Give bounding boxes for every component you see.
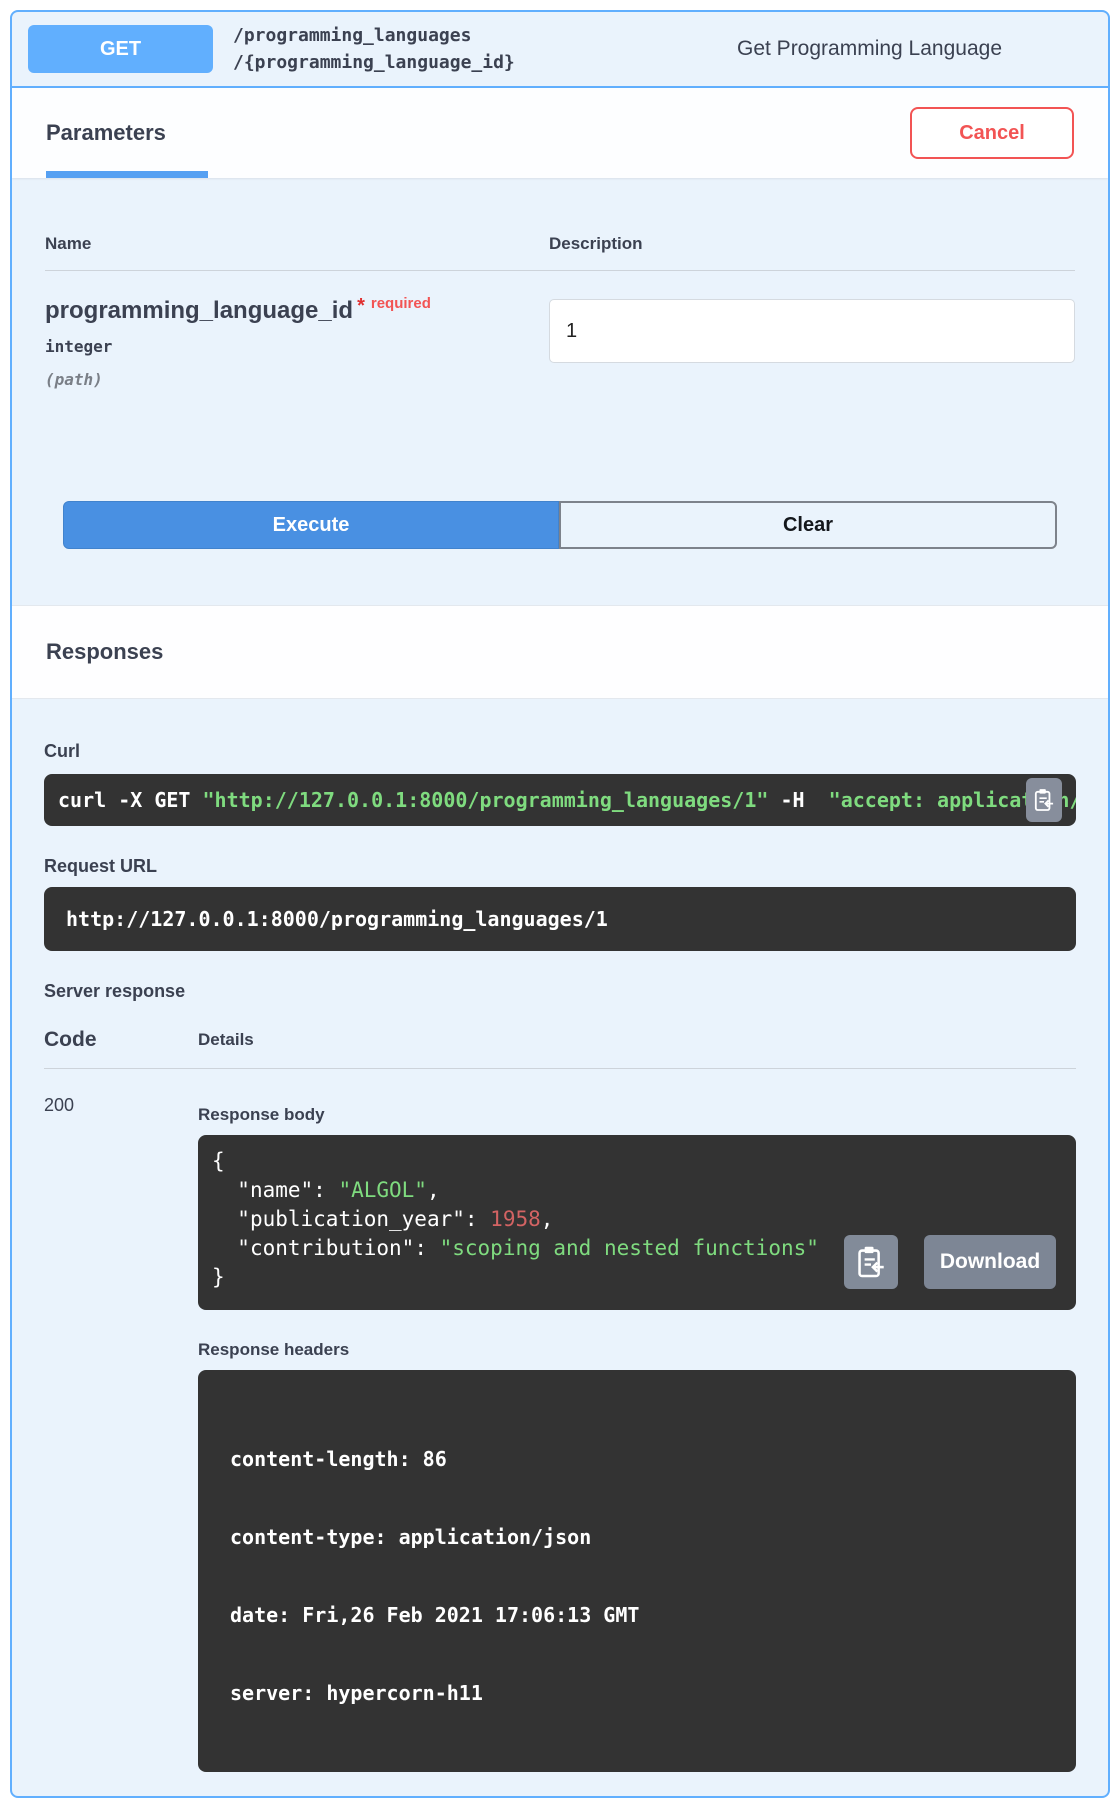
- column-header-name: Name: [45, 234, 549, 254]
- json-open-brace: {: [212, 1147, 1062, 1176]
- endpoint-path: /programming_languages /{programming_lan…: [233, 22, 515, 76]
- header-line-content-type: content-type: application/json: [230, 1524, 1062, 1550]
- method-badge: GET: [28, 25, 213, 73]
- responses-section-header: Responses: [12, 605, 1108, 699]
- clear-button[interactable]: Clear: [559, 501, 1057, 549]
- curl-url-string: "http://127.0.0.1:8000/programming_langu…: [203, 788, 769, 812]
- response-row: 200 Response body { "name": "ALGOL", "pu…: [44, 1095, 1076, 1772]
- endpoint-path-line1: /programming_languages: [233, 22, 515, 49]
- operation-title: Get Programming Language: [737, 37, 1002, 61]
- response-headers-block: content-length: 86 content-type: applica…: [198, 1370, 1076, 1772]
- response-body-label: Response body: [198, 1105, 1076, 1125]
- download-button[interactable]: Download: [924, 1235, 1056, 1289]
- parameter-name: programming_language_id: [45, 297, 353, 324]
- parameters-section-header: Parameters Cancel: [12, 88, 1108, 178]
- parameter-row: programming_language_id* required integer…: [45, 271, 1075, 389]
- parameter-value-cell: [549, 295, 1075, 389]
- endpoint-path-line2: /{programming_language_id}: [233, 49, 515, 76]
- header-line-content-length: content-length: 86: [230, 1446, 1062, 1472]
- request-url-label: Request URL: [44, 856, 1076, 877]
- response-table-divider: [44, 1068, 1076, 1069]
- header-line-date: date: Fri,26 Feb 2021 17:06:13 GMT: [230, 1602, 1062, 1628]
- required-label: required: [371, 295, 431, 312]
- parameter-value-input[interactable]: [549, 299, 1075, 363]
- tab-parameters[interactable]: Parameters: [46, 120, 166, 146]
- status-code: 200: [44, 1095, 198, 1772]
- responses-body: Curl curl -X GET "http://127.0.0.1:8000/…: [12, 741, 1108, 1796]
- parameters-table-head: Name Description: [45, 234, 1075, 254]
- curl-command-block: curl -X GET "http://127.0.0.1:8000/progr…: [44, 774, 1076, 826]
- parameters-body: Name Description programming_language_id…: [12, 234, 1108, 549]
- active-tab-underline: [46, 171, 208, 178]
- execute-button-group: Execute Clear: [63, 501, 1057, 549]
- copy-curl-button[interactable]: [1026, 778, 1062, 822]
- header-line-server: server: hypercorn-h11: [230, 1680, 1062, 1706]
- response-headers-label: Response headers: [198, 1340, 1076, 1360]
- column-header-details: Details: [198, 1030, 1076, 1052]
- clipboard-copy-icon: [1034, 788, 1054, 812]
- curl-label: Curl: [44, 741, 1076, 762]
- curl-command-prefix: curl -X GET: [58, 788, 203, 812]
- server-response-label: Server response: [44, 981, 1076, 1002]
- curl-header-flag: -H: [768, 788, 828, 812]
- copy-response-button[interactable]: [844, 1235, 898, 1289]
- json-line-name: "name": "ALGOL",: [212, 1176, 1062, 1205]
- cancel-button[interactable]: Cancel: [910, 107, 1074, 159]
- column-header-code: Code: [44, 1028, 198, 1052]
- required-asterisk: *: [357, 295, 365, 317]
- response-body-block: { "name": "ALGOL", "publication_year": 1…: [198, 1135, 1076, 1310]
- clipboard-copy-icon: [857, 1245, 885, 1279]
- execute-button[interactable]: Execute: [63, 501, 559, 549]
- json-line-publication-year: "publication_year": 1958,: [212, 1205, 1062, 1234]
- operation-summary[interactable]: GET /programming_languages /{programming…: [12, 12, 1108, 88]
- parameter-type: integer: [45, 337, 549, 356]
- request-url-block: http://127.0.0.1:8000/programming_langua…: [44, 887, 1076, 951]
- operation-panel: GET /programming_languages /{programming…: [10, 10, 1110, 1798]
- parameter-info: programming_language_id* required integer…: [45, 295, 549, 389]
- parameter-location: (path): [45, 370, 549, 389]
- response-table-head: Code Details: [44, 1028, 1076, 1052]
- responses-title: Responses: [46, 639, 163, 665]
- response-detail: Response body { "name": "ALGOL", "public…: [198, 1095, 1076, 1772]
- column-header-description: Description: [549, 234, 1075, 254]
